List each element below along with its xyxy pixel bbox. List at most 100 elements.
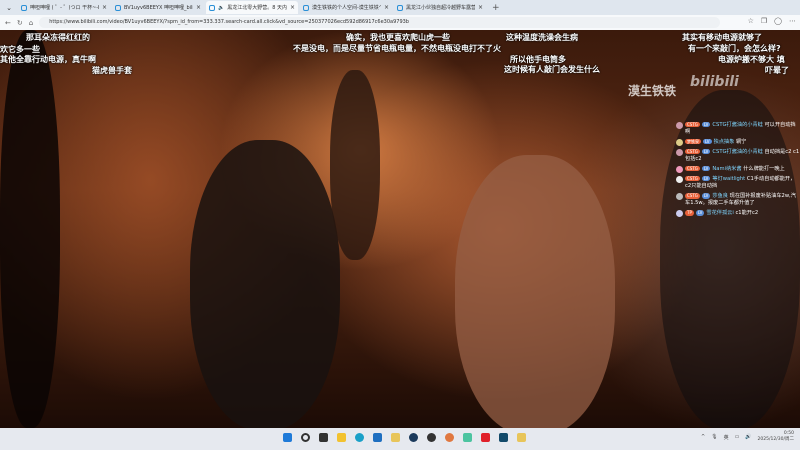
browser-toolbar: ☆ ❐ ◯ ⋯ (748, 17, 796, 25)
more-icon[interactable]: ⋯ (789, 17, 796, 25)
app-orange-icon[interactable] (445, 433, 454, 442)
avatar[interactable] (676, 122, 683, 129)
favorite-icon[interactable]: ☆ (748, 17, 754, 25)
browser-tab[interactable]: 漠生铁铁的个人空间-漠生铁铁个人...× (300, 1, 392, 14)
input-method-icon[interactable]: 英 (724, 434, 729, 441)
video-person-left (190, 140, 340, 428)
volume-icon[interactable]: 🔊 (745, 434, 751, 440)
fan-badge: TP (685, 210, 694, 216)
avatar[interactable] (676, 149, 683, 157)
video-person-standing (330, 70, 380, 260)
fan-badge: CSTG (685, 166, 700, 172)
start-icon[interactable] (283, 433, 292, 442)
close-icon[interactable]: × (290, 4, 295, 11)
app-cat-icon-2[interactable] (517, 433, 526, 442)
danmaku: 不是没电，而是尽量节省电瓶电量，不然电瓶没电打不了火 (293, 44, 501, 53)
chevron-up-icon[interactable]: ^ (701, 434, 705, 440)
chat-message: 梦铁泉 LV 独点抽象 辋宁 (676, 139, 800, 147)
netease-music-icon[interactable] (481, 433, 490, 442)
app-dark-icon[interactable] (427, 433, 436, 442)
level-badge: LV (701, 193, 711, 199)
app-blue-icon[interactable] (499, 433, 508, 442)
danmaku: 吓晕了 (765, 66, 789, 75)
danmaku: 有一个来敲门，会怎么样? (688, 44, 781, 53)
bilibili-icon (303, 4, 309, 11)
danmaku: 其实有移动电源就够了 (682, 33, 762, 42)
tab-bar: ⌄ 呻呾呻哩 ( ゜- ゜)つロ 干杯~-bilibili× BV1uyv6BE… (0, 0, 800, 15)
app-cat-icon[interactable] (391, 433, 400, 442)
avatar[interactable] (676, 176, 683, 184)
live-chat-overlay: CSTG LV CSTG打酱油的小青蛙 可以开自动挡啊梦铁泉 LV 独点抽象 辋宁 CST… (676, 122, 800, 220)
danmaku: 其他全靠行动电源，真牛啊 (0, 55, 96, 64)
chat-text: 什么牌能打一晚上 (743, 166, 785, 173)
fan-badge: CSTG (685, 149, 700, 155)
level-badge: LV (701, 122, 711, 128)
avatar[interactable] (676, 139, 683, 147)
chat-username[interactable]: 等灯waitlight (712, 176, 745, 182)
chat-text: 辋宁 (735, 139, 747, 146)
chat-username[interactable]: CSTG打酱油的小青蛙 (712, 122, 762, 128)
app-green-icon[interactable] (463, 433, 472, 442)
avatar[interactable] (676, 210, 683, 218)
chat-username[interactable]: Nami纳米酱 (712, 166, 741, 172)
network-icon[interactable]: ▭ (735, 434, 740, 440)
store-icon[interactable] (373, 433, 382, 442)
danmaku: 电源炉搬不够大 填 (718, 55, 785, 64)
avatar[interactable] (676, 193, 683, 201)
chat-username[interactable]: 雪花伴孤云i (706, 210, 733, 216)
back-icon[interactable]: ← (5, 19, 11, 27)
system-tray: ^ 🎙 英 ▭ 🔊 0:50 2025/12/30/周二 (701, 431, 794, 444)
video-left-shadow (0, 30, 60, 428)
level-badge: LV (695, 210, 705, 216)
bilibili-icon (209, 4, 215, 11)
video-player[interactable]: 那耳朵冻得红红的 欢它多一些 其他全靠行动电源，真牛啊 猫虎兽手套 确实，我也更… (0, 30, 800, 428)
edge-icon[interactable] (355, 433, 364, 442)
browser-tab[interactable]: 呻呾呻哩 ( ゜- ゜)つロ 干杯~-bilibili× (18, 1, 110, 14)
close-icon[interactable]: × (478, 4, 483, 11)
level-badge: LV (703, 139, 712, 145)
level-badge: LV (701, 149, 711, 155)
steam-icon[interactable] (409, 433, 418, 442)
chat-message: CSTG LV Nami纳米酱 什么牌能打一晚上 (676, 166, 800, 174)
chat-username[interactable]: CSTG打酱油的小青蛙 (712, 149, 762, 155)
close-icon[interactable]: × (384, 4, 389, 11)
home-icon[interactable]: ⌂ (29, 19, 33, 27)
chat-message: CSTG LV 等灯waitlight C1手动自动都能开，c2只能自动挡 (676, 176, 800, 190)
bilibili-icon (115, 4, 121, 11)
bilibili-icon (21, 4, 27, 11)
video-person-right (455, 155, 615, 428)
close-icon[interactable]: × (196, 4, 201, 11)
browser-tab[interactable]: BV1uyv6BEEYX 呻呾呻哩_bilibili× (112, 1, 204, 14)
task-view-icon[interactable] (319, 433, 328, 442)
chat-username[interactable]: 独点抽象 (714, 139, 735, 145)
refresh-icon[interactable]: ↻ (17, 19, 23, 27)
taskbar-apps (283, 433, 526, 442)
bilibili-icon (397, 4, 403, 11)
danmaku: 猫虎兽手套 (92, 66, 132, 75)
chat-text: c1能开c2 (735, 210, 759, 217)
chat-message: TP LV 雪花伴孤云i c1能开c2 (676, 210, 800, 218)
url-input[interactable]: https://www.bilibili.com/video/BV1uyv6BE… (39, 17, 720, 28)
chat-username[interactable]: 莎鱼良 (712, 193, 728, 199)
browser-tab-active[interactable]: 🔈黑龙江北零大野营。8 天内零下...× (206, 1, 298, 14)
new-tab-button[interactable]: + (488, 3, 500, 13)
search-icon[interactable] (301, 433, 310, 442)
speaker-icon[interactable]: 🔈 (218, 5, 224, 11)
avatar[interactable] (676, 166, 683, 174)
close-icon[interactable]: × (102, 4, 107, 11)
danmaku: 那耳朵冻得红红的 (26, 33, 90, 42)
fan-badge: CSTG (685, 193, 700, 199)
level-badge: LV (701, 176, 711, 182)
fan-badge: CSTG (685, 176, 700, 182)
collections-icon[interactable]: ❐ (761, 17, 767, 25)
tab-actions-icon[interactable]: ⌄ (0, 4, 18, 12)
profile-icon[interactable]: ◯ (774, 17, 782, 25)
mic-icon[interactable]: 🎙 (711, 434, 717, 440)
danmaku: 这种温度洗澡会生病 (506, 33, 578, 42)
chat-message: CSTG LV CSTG打酱油的小青蛙 可以开自动挡啊 (676, 122, 800, 136)
file-explorer-icon[interactable] (337, 433, 346, 442)
windows-taskbar: ^ 🎙 英 ▭ 🔊 0:50 2025/12/30/周二 (0, 428, 800, 450)
browser-tab[interactable]: 黑龙江小伙独自超冷越野车露营... × (394, 1, 486, 14)
chat-message: CSTG LV CSTG打酱油的小青蛙 自动挡是c2 c1包括c2 (676, 149, 800, 163)
clock[interactable]: 0:50 2025/12/30/周二 (758, 431, 794, 444)
